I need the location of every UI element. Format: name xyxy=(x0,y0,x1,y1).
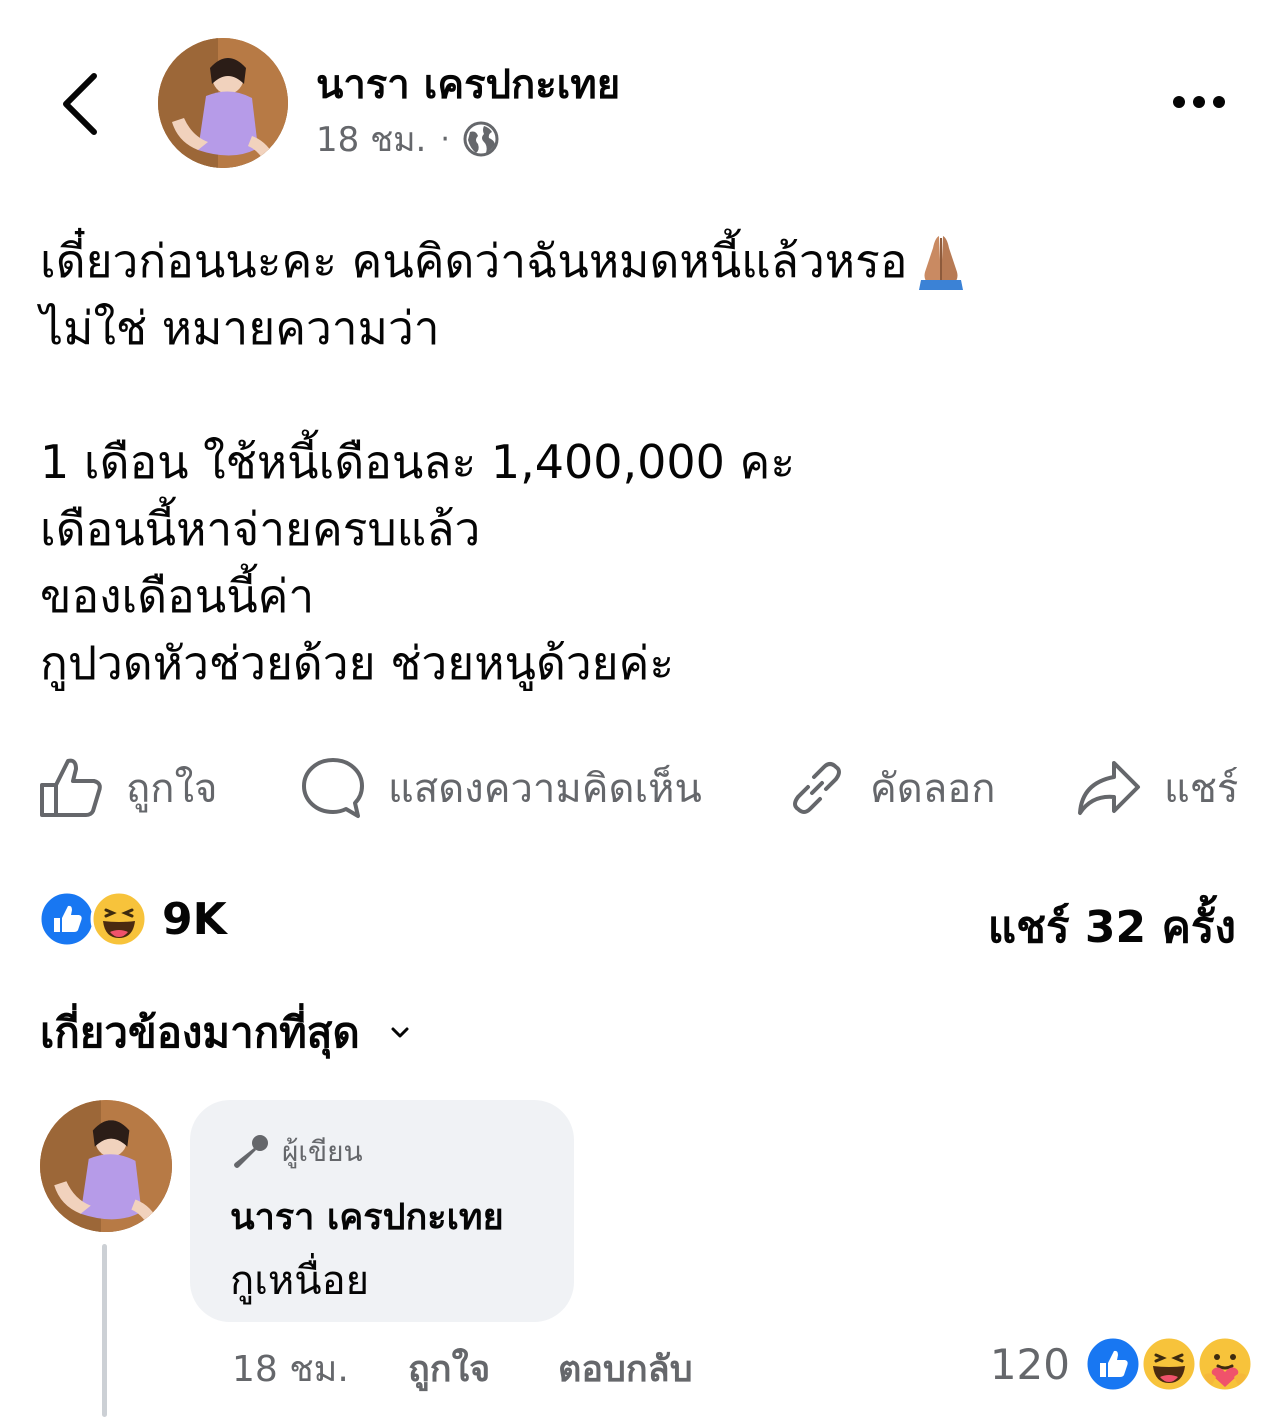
chevron-left-icon xyxy=(63,73,97,135)
author-badge-label: ผู้เขียน xyxy=(282,1135,363,1168)
globe-icon[interactable] xyxy=(462,120,500,158)
reactions-summary[interactable]: 9K xyxy=(38,888,227,950)
post-line: ของเดือนนี้ค่า xyxy=(40,563,1240,630)
reaction-icons xyxy=(38,890,148,948)
comment-author[interactable]: นารา เครปกะเทย xyxy=(230,1188,504,1245)
author-badge: ผู้เขียน xyxy=(232,1130,363,1174)
share-label: แชร์ xyxy=(1164,766,1239,812)
post-line: เดือนนี้หาจ่ายครบแล้ว xyxy=(40,496,1240,563)
more-dot xyxy=(1213,96,1225,108)
post-body: เดี๋ยวก่อนนะคะ คนคิดว่าฉันหมดหนี้แล้วหรอ… xyxy=(40,228,1240,697)
haha-reaction-icon xyxy=(1140,1335,1198,1393)
post-line: 1 เดือน ใช้หนี้เดือนละ 1,400,000 คะ xyxy=(40,429,1240,496)
copy-link-button[interactable]: คัดลอก xyxy=(786,748,996,828)
post-time[interactable]: 18 ชม. xyxy=(316,112,426,166)
post-line-text: กูปวดหัวช่วยด้วย ช่วยหนูด้วยค่ะ xyxy=(40,636,675,690)
share-arrow-icon xyxy=(1078,761,1140,815)
comment-reactions[interactable]: 120 xyxy=(990,1334,1254,1394)
haha-reaction-icon xyxy=(90,890,148,948)
post-meta: 18 ชม. · xyxy=(316,112,500,166)
care-reaction-icon xyxy=(1196,1335,1254,1393)
more-dot xyxy=(1173,96,1185,108)
microphone-icon xyxy=(234,1135,268,1168)
post-line-text: 1 เดือน ใช้หนี้เดือนละ 1,400,000 คะ xyxy=(40,435,796,489)
post-line: กูปวดหัวช่วยด้วย ช่วยหนูด้วยค่ะ xyxy=(40,630,1240,697)
share-count[interactable]: แชร์ 32 ครั้ง xyxy=(988,892,1236,962)
reaction-count: 9K xyxy=(162,893,227,945)
comment-sort-dropdown[interactable]: เกี่ยวข้องมากที่สุด xyxy=(40,1000,410,1066)
like-button[interactable]: ถูกใจ xyxy=(38,748,217,828)
copy-label: คัดลอก xyxy=(870,766,996,812)
comment-like-button[interactable]: ถูกใจ xyxy=(408,1340,490,1397)
post-line: เดี๋ยวก่อนนะคะ คนคิดว่าฉันหมดหนี้แล้วหรอ xyxy=(40,228,1240,295)
post-line-text: ไม่ใช่ หมายความว่า xyxy=(40,301,440,355)
comment-text: กูเหนื่อย xyxy=(230,1258,370,1304)
back-button[interactable] xyxy=(52,68,108,140)
reply-thread-line xyxy=(102,1244,107,1417)
comment-reaction-count: 120 xyxy=(989,1339,1070,1389)
meta-separator: · xyxy=(440,121,450,157)
post-line-text: เดือนนี้หาจ่ายครบแล้ว xyxy=(40,502,481,556)
folded-hands-emoji xyxy=(919,235,964,290)
post-line-text: ของเดือนนี้ค่า xyxy=(40,569,315,623)
like-label: ถูกใจ xyxy=(126,766,218,812)
chevron-down-icon xyxy=(391,1027,409,1038)
more-dot xyxy=(1193,96,1205,108)
thumbs-up-icon xyxy=(40,758,102,817)
more-options-button[interactable] xyxy=(1162,82,1236,122)
like-reaction-icon xyxy=(1084,1335,1142,1393)
sort-label: เกี่ยวข้องมากที่สุด xyxy=(40,1008,360,1057)
link-icon xyxy=(793,762,841,814)
like-reaction-icon xyxy=(38,890,96,948)
speech-bubble-icon xyxy=(302,758,364,818)
post-line-text: เดี๋ยวก่อนนะคะ คนคิดว่าฉันหมดหนี้แล้วหรอ xyxy=(40,234,908,288)
comment-button[interactable]: แสดงความคิดเห็น xyxy=(300,748,702,828)
commenter-avatar[interactable] xyxy=(40,1100,172,1232)
author-name[interactable]: นารา เครปกะเทย xyxy=(316,52,620,116)
share-button[interactable]: แชร์ xyxy=(1076,748,1238,828)
post-line: ไม่ใช่ หมายความว่า xyxy=(40,295,1240,362)
comment-reply-button[interactable]: ตอบกลับ xyxy=(558,1340,693,1397)
comment-label: แสดงความคิดเห็น xyxy=(388,766,702,812)
author-avatar[interactable] xyxy=(158,38,288,168)
comment-time[interactable]: 18 ชม. xyxy=(232,1340,349,1397)
